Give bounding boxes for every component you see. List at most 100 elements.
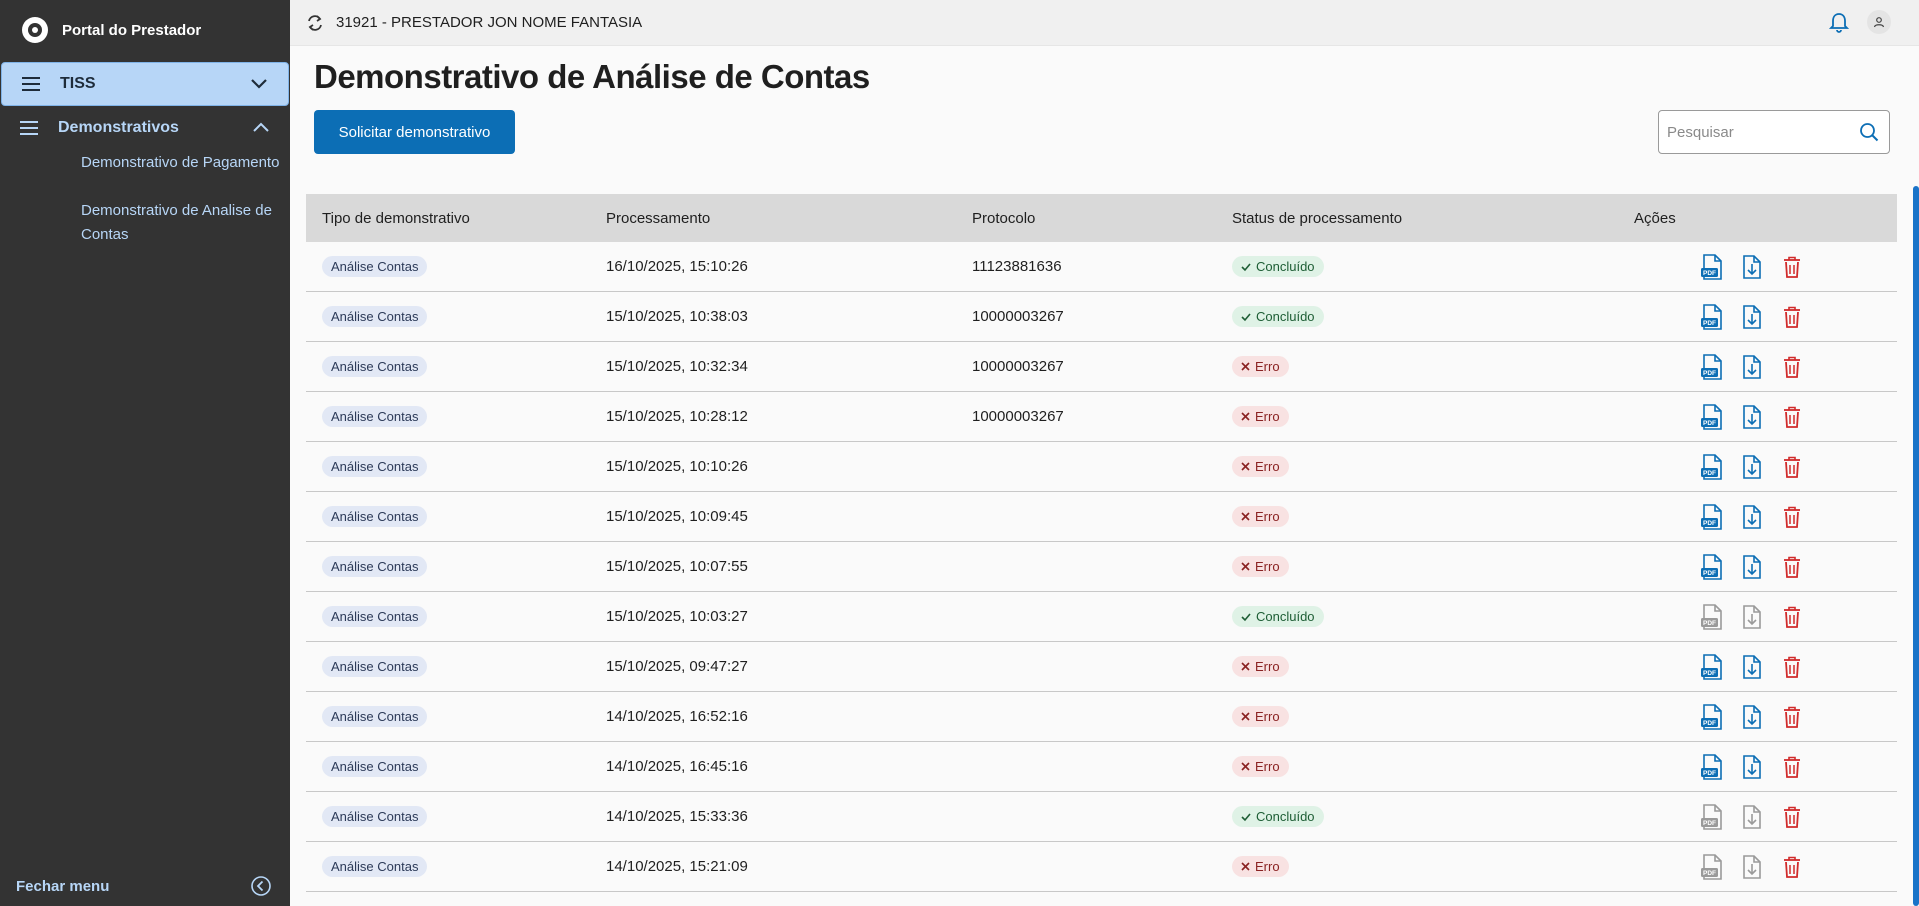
cell-tipo: Análise Contas (306, 806, 606, 827)
pdf-button[interactable]: PDF (1700, 603, 1724, 630)
pdf-file-icon: PDF (1701, 303, 1722, 330)
pdf-button[interactable]: PDF (1700, 353, 1724, 380)
cell-tipo: Análise Contas (306, 406, 606, 427)
download-button[interactable] (1740, 304, 1764, 330)
request-statement-button[interactable]: Solicitar demonstrativo (314, 110, 515, 154)
check-icon (1241, 262, 1251, 271)
nav-demonstrativos[interactable]: Demonstrativos (0, 112, 290, 144)
download-file-icon (1743, 654, 1761, 679)
download-button[interactable] (1740, 704, 1764, 730)
svg-text:PDF: PDF (1703, 570, 1716, 577)
col-tipo-header[interactable]: Tipo de demonstrativo (306, 210, 606, 227)
col-processamento-header[interactable]: Processamento (606, 210, 972, 227)
type-tag: Análise Contas (322, 756, 428, 777)
delete-button[interactable] (1780, 504, 1804, 530)
brand: Portal do Prestador (0, 0, 290, 60)
collapse-menu-icon[interactable] (250, 875, 272, 897)
table-row: Análise Contas 15/10/2025, 10:38:03 100000… (306, 292, 1897, 342)
provider-name: 31921 - PRESTADOR JON NOME FANTASIA (336, 14, 643, 31)
delete-button[interactable] (1780, 804, 1804, 830)
notification-bell-icon[interactable] (1829, 12, 1849, 34)
delete-button[interactable] (1780, 304, 1804, 330)
cell-tipo: Análise Contas (306, 506, 606, 527)
switch-provider-icon[interactable] (306, 14, 324, 32)
cell-acoes: PDF (1634, 803, 1897, 830)
pdf-button[interactable]: PDF (1700, 703, 1724, 730)
cell-processamento: 15/10/2025, 10:10:26 (606, 458, 748, 475)
sidebar-item-pagamento[interactable]: Demonstrativo de Pagamento (81, 151, 281, 175)
download-button[interactable] (1740, 554, 1764, 580)
svg-text:PDF: PDF (1703, 670, 1716, 677)
pdf-button[interactable]: PDF (1700, 853, 1724, 880)
pdf-button[interactable]: PDF (1700, 653, 1724, 680)
table-row: Análise Contas 15/10/2025, 10:03:27 Conclu… (306, 592, 1897, 642)
search-icon[interactable] (1859, 122, 1879, 142)
download-button[interactable] (1740, 854, 1764, 880)
svg-text:PDF: PDF (1703, 420, 1716, 427)
cell-acoes: PDF (1634, 603, 1897, 630)
type-tag: Análise Contas (322, 356, 428, 377)
download-button[interactable] (1740, 254, 1764, 280)
pdf-file-icon: PDF (1701, 503, 1722, 530)
download-button[interactable] (1740, 604, 1764, 630)
error-x-icon (1241, 462, 1250, 471)
download-file-icon (1743, 854, 1761, 879)
check-icon (1241, 312, 1251, 321)
scrollbar[interactable] (1913, 186, 1919, 906)
pdf-button[interactable]: PDF (1700, 253, 1724, 280)
user-avatar[interactable] (1867, 10, 1891, 34)
pdf-button[interactable]: PDF (1700, 753, 1724, 780)
nav-tiss[interactable]: TISS (1, 62, 289, 106)
type-tag: Análise Contas (322, 306, 428, 327)
cell-status: Erro (1232, 756, 1634, 777)
download-button[interactable] (1740, 654, 1764, 680)
cell-acoes: PDF (1634, 453, 1897, 480)
cell-protocolo: 11123881636 (972, 258, 1062, 275)
search-input[interactable] (1667, 121, 1847, 143)
download-button[interactable] (1740, 354, 1764, 380)
delete-button[interactable] (1780, 554, 1804, 580)
delete-button[interactable] (1780, 254, 1804, 280)
trash-icon (1784, 556, 1800, 578)
cell-status: Erro (1232, 856, 1634, 877)
status-badge: Concluído (1232, 256, 1324, 277)
check-icon (1241, 812, 1251, 821)
sidebar: Portal do Prestador TISS Demonstrativos … (0, 0, 290, 906)
pdf-button[interactable]: PDF (1700, 553, 1724, 580)
delete-button[interactable] (1780, 754, 1804, 780)
svg-text:PDF: PDF (1703, 820, 1716, 827)
pdf-button[interactable]: PDF (1700, 803, 1724, 830)
pdf-button[interactable]: PDF (1700, 303, 1724, 330)
download-button[interactable] (1740, 404, 1764, 430)
pdf-button[interactable]: PDF (1700, 453, 1724, 480)
sidebar-item-analise-contas[interactable]: Demonstrativo de Analise de Contas (81, 199, 281, 247)
download-button[interactable] (1740, 804, 1764, 830)
error-x-icon (1241, 512, 1250, 521)
trash-icon (1784, 706, 1800, 728)
status-label: Erro (1255, 459, 1280, 474)
pdf-button[interactable]: PDF (1700, 503, 1724, 530)
delete-button[interactable] (1780, 604, 1804, 630)
download-button[interactable] (1740, 454, 1764, 480)
delete-button[interactable] (1780, 404, 1804, 430)
trash-icon (1784, 456, 1800, 478)
close-menu-link[interactable]: Fechar menu (16, 878, 109, 895)
trash-icon (1784, 806, 1800, 828)
delete-button[interactable] (1780, 654, 1804, 680)
menu-icon (22, 77, 40, 91)
col-protocolo-header[interactable]: Protocolo (972, 210, 1232, 227)
pdf-button[interactable]: PDF (1700, 403, 1724, 430)
download-button[interactable] (1740, 504, 1764, 530)
status-badge: Erro (1232, 506, 1289, 527)
delete-button[interactable] (1780, 354, 1804, 380)
type-tag: Análise Contas (322, 656, 428, 677)
delete-button[interactable] (1780, 454, 1804, 480)
delete-button[interactable] (1780, 704, 1804, 730)
download-button[interactable] (1740, 754, 1764, 780)
type-tag: Análise Contas (322, 506, 428, 527)
status-label: Erro (1255, 559, 1280, 574)
col-status-header[interactable]: Status de processamento (1232, 210, 1634, 227)
delete-button[interactable] (1780, 854, 1804, 880)
cell-processamento: 14/10/2025, 15:33:36 (606, 808, 748, 825)
cell-processamento: 16/10/2025, 15:10:26 (606, 258, 748, 275)
